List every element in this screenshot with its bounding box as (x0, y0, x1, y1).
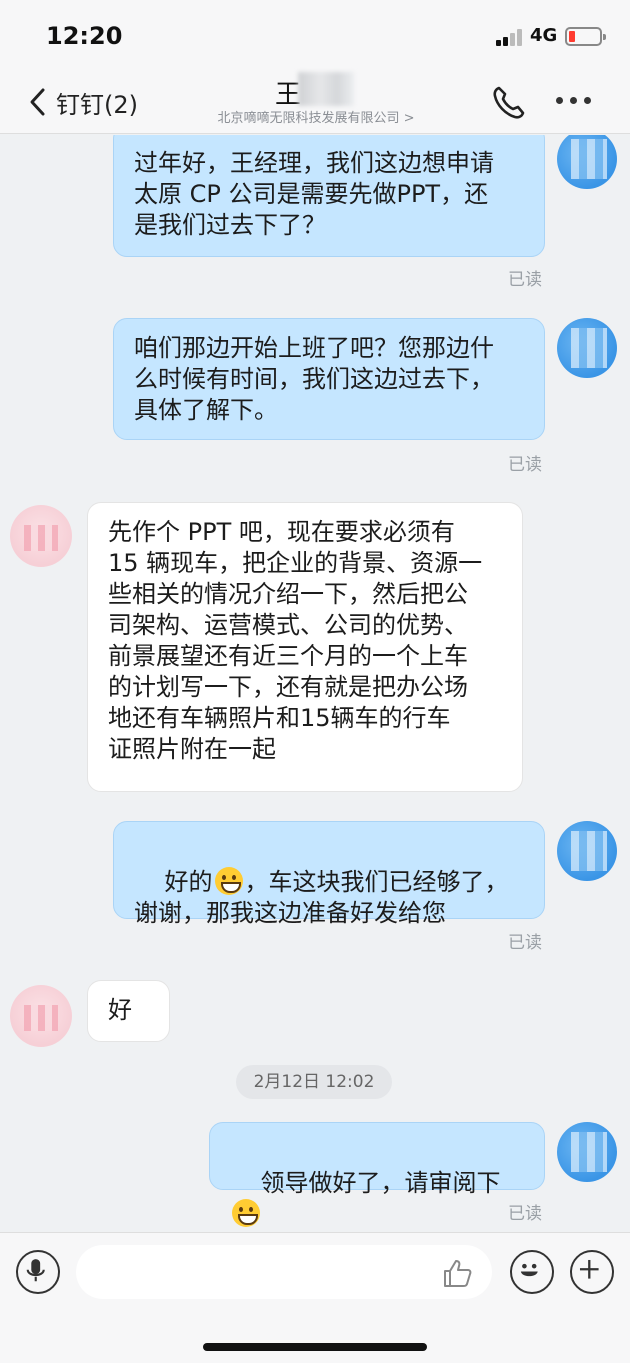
message-bubble-incoming[interactable]: 先作个 PPT 吧，现在要求必须有 15 辆现车，把企业的背景、资源一 些相关的… (87, 502, 523, 792)
my-avatar[interactable] (557, 1122, 617, 1182)
like-button[interactable] (442, 1257, 474, 1289)
name-blur-mask (298, 72, 354, 106)
dot (556, 97, 563, 104)
read-receipt: 已读 (508, 270, 542, 290)
contact-avatar[interactable] (10, 985, 72, 1047)
emoji-button[interactable] (510, 1250, 554, 1294)
message-list[interactable]: 过年好，王经理，我们这边想申请 太原 CP 公司是需要先做PPT，还 是我们过去… (0, 135, 630, 1232)
message-bubble-incoming[interactable]: 好 (87, 980, 170, 1042)
home-indicator (203, 1343, 427, 1351)
phone-icon (493, 86, 525, 119)
read-receipt: 已读 (508, 455, 542, 475)
dot (570, 97, 577, 104)
chat-header: 钉钉(2) 王 北京嘀嘀无限科技发展有限公司 > (0, 72, 630, 134)
message-bubble-outgoing[interactable]: 领导做好了，请审阅下 (209, 1122, 545, 1227)
smiley-icon (520, 1263, 538, 1277)
status-time: 12:20 (46, 22, 123, 50)
message-bubble-outgoing[interactable]: 好的 ，车这块我们已经够了， 谢谢，那我这边准备好发给您 (113, 821, 545, 927)
input-bar (0, 1232, 630, 1363)
microphone-icon (26, 1259, 45, 1282)
read-receipt: 已读 (508, 1204, 542, 1224)
message-bubble-outgoing[interactable]: 过年好，王经理，我们这边想申请 太原 CP 公司是需要先做PPT，还 是我们过去… (113, 135, 545, 257)
network-type: 4G (530, 25, 558, 46)
plus-icon (579, 1259, 599, 1279)
call-button[interactable] (490, 84, 528, 122)
my-avatar[interactable] (557, 318, 617, 378)
grinning-emoji-icon (214, 867, 243, 895)
chevron-left-icon (30, 88, 45, 116)
add-button[interactable] (570, 1250, 614, 1294)
thumbs-up-icon (444, 1260, 472, 1287)
my-avatar[interactable] (557, 821, 617, 881)
more-button[interactable] (556, 97, 592, 107)
my-avatar[interactable] (557, 135, 617, 189)
signal-icon (496, 28, 526, 46)
message-text: 好的 (164, 868, 213, 896)
grinning-sweat-emoji-icon (232, 1199, 260, 1227)
contact-avatar[interactable] (10, 505, 72, 567)
battery-icon (565, 27, 606, 46)
voice-button[interactable] (16, 1250, 60, 1294)
message-bubble-outgoing[interactable]: 咱们那边开始上班了吧？您那边什 么时候有时间，我们这边过去下， 具体了解下。 (113, 318, 545, 440)
status-bar: 12:20 4G (0, 0, 630, 72)
back-button[interactable]: 钉钉(2) (28, 84, 138, 120)
dot (584, 97, 591, 104)
company-subtitle[interactable]: 北京嘀嘀无限科技发展有限公司 > (200, 107, 432, 126)
chat-title[interactable]: 王 北京嘀嘀无限科技发展有限公司 > (200, 72, 432, 134)
time-divider: 2月12日 12:02 (236, 1065, 392, 1099)
message-text: 领导做好了，请审阅下 (260, 1169, 501, 1197)
message-input[interactable] (76, 1245, 492, 1299)
back-label: 钉钉(2) (56, 90, 138, 119)
read-receipt: 已读 (508, 933, 542, 953)
